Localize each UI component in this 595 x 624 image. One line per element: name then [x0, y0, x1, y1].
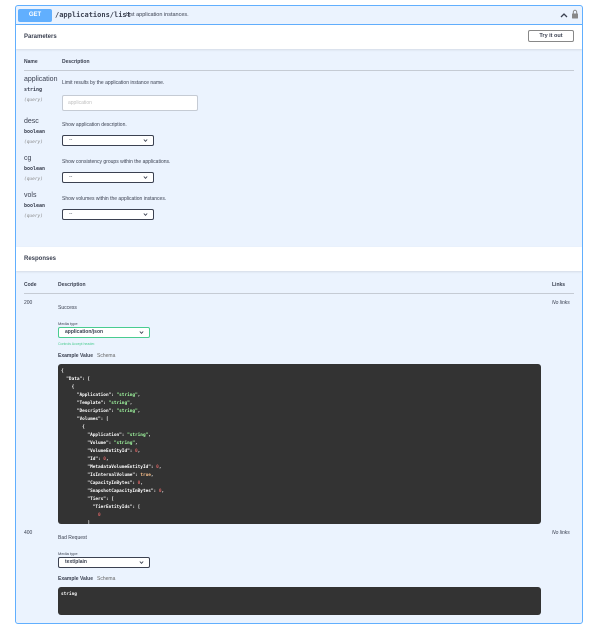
example-text-block[interactable]: string: [58, 587, 541, 615]
resp-col-links: Links: [552, 282, 566, 288]
method-badge: GET: [18, 9, 52, 22]
param-name: cg: [24, 155, 32, 162]
resp-col-description: Description: [58, 282, 86, 288]
chevron-down-icon: [143, 139, 148, 142]
media-type-select[interactable]: text/plain: [58, 557, 150, 568]
try-it-out-button[interactable]: Try it out: [528, 30, 574, 42]
select-value: --: [69, 174, 73, 180]
response-code: 200: [24, 300, 33, 306]
endpoint-description: List application instances.: [126, 12, 189, 18]
example-tabs: Example Value Schema: [58, 352, 115, 360]
example-json-block[interactable]: { "Data": [ { "Application": "string", "…: [58, 364, 541, 524]
param-type: boolean: [24, 166, 46, 172]
param-location: (query): [24, 140, 43, 145]
example-tabs: Example Value Schema: [58, 575, 115, 583]
chevron-down-icon: [139, 331, 144, 334]
param-type: string: [24, 87, 43, 93]
select-value: --: [69, 137, 73, 143]
tab-example-value[interactable]: Example Value: [58, 576, 93, 582]
param-location: (query): [24, 98, 43, 103]
responses-header: Responses: [16, 247, 582, 271]
chevron-down-icon: [139, 561, 144, 564]
response-links: No links: [552, 530, 570, 536]
divider: [24, 70, 574, 71]
chevron-up-icon[interactable]: [559, 10, 569, 20]
param-location: (query): [24, 214, 43, 219]
param-col-description: Description: [62, 59, 90, 65]
parameters-header: Parameters Try it out: [16, 25, 582, 49]
endpoint-path: /applications/list: [55, 11, 131, 19]
media-type-value: text/plain: [65, 559, 87, 565]
tab-schema[interactable]: Schema: [97, 576, 115, 582]
param-description: Show application description.: [62, 122, 127, 128]
media-type-select[interactable]: application/json: [58, 327, 150, 338]
param-col-name: Name: [24, 59, 38, 65]
tab-example-value[interactable]: Example Value: [58, 353, 93, 359]
lock-icon[interactable]: [571, 9, 579, 19]
example-json-code: { "Data": [ { "Application": "string", "…: [61, 369, 165, 524]
operation-block: GET /applications/list List application …: [15, 5, 583, 624]
response-code: 400: [24, 530, 33, 536]
param-name: desc: [24, 118, 39, 125]
desc-select[interactable]: --: [62, 135, 154, 146]
media-type-value: application/json: [65, 329, 104, 335]
param-type: boolean: [24, 203, 46, 209]
controls-accept-note: Controls Accept header.: [58, 342, 96, 346]
param-description: Show consistency groups within the appli…: [62, 159, 171, 165]
chevron-down-icon: [143, 176, 148, 179]
response-links: No links: [552, 300, 570, 306]
cg-select[interactable]: --: [62, 172, 154, 183]
response-description: Success: [58, 305, 77, 311]
example-text-code: string: [61, 592, 77, 597]
divider: [24, 293, 574, 294]
param-description: Limit results by the application instanc…: [62, 80, 165, 86]
parameters-title: Parameters: [24, 34, 57, 40]
operation-summary[interactable]: GET /applications/list List application …: [16, 6, 582, 25]
param-type: boolean: [24, 129, 46, 135]
response-description: Bad Request: [58, 535, 87, 541]
responses-title: Responses: [24, 256, 57, 262]
param-name: vols: [24, 192, 37, 199]
vols-select[interactable]: --: [62, 209, 154, 220]
tab-schema[interactable]: Schema: [97, 353, 115, 359]
select-value: --: [69, 211, 73, 217]
param-name: application: [24, 76, 58, 83]
chevron-down-icon: [143, 213, 148, 216]
application-input[interactable]: [62, 95, 198, 111]
resp-col-code: Code: [24, 282, 37, 288]
param-location: (query): [24, 177, 43, 182]
param-description: Show volumes within the application inst…: [62, 196, 167, 202]
